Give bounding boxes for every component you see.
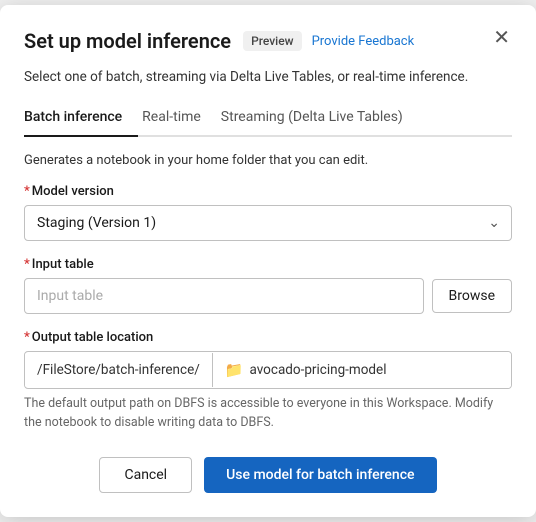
submit-button[interactable]: Use model for batch inference [204,457,436,493]
modal-footer: Cancel Use model for batch inference [24,457,512,493]
model-version-select[interactable]: Staging (Version 1) Production (Version … [24,205,512,241]
tab-batch-inference[interactable]: Batch inference [24,101,138,137]
input-table-field: *Input table Browse [24,257,512,314]
model-version-select-wrapper: Staging (Version 1) Production (Version … [24,205,512,241]
output-path: /FileStore/batch-inference/ [25,353,213,387]
input-table-row: Browse [24,278,512,314]
feedback-link[interactable]: Provide Feedback [312,34,415,49]
tab-bar: Batch inference Real-time Streaming (Del… [24,101,512,137]
modal-title: Set up model inference [24,29,231,53]
tab-real-time[interactable]: Real-time [138,101,217,137]
modal-header: Set up model inference Preview Provide F… [24,29,512,53]
section-description: Generates a notebook in your home folder… [24,153,512,168]
model-version-label: *Model version [24,184,512,199]
tab-streaming[interactable]: Streaming (Delta Live Tables) [217,101,419,137]
input-table-label: *Input table [24,257,512,272]
input-table-input[interactable] [24,278,424,314]
output-table-label: *Output table location [24,330,512,345]
close-button[interactable]: ✕ [487,25,516,49]
output-model: 📁 avocado-pricing-model [213,352,511,388]
folder-icon: 📁 [225,361,244,379]
model-version-field: *Model version Staging (Version 1) Produ… [24,184,512,241]
browse-button[interactable]: Browse [432,279,512,313]
cancel-button[interactable]: Cancel [99,457,192,493]
output-table-field: *Output table location /FileStore/batch-… [24,330,512,433]
output-table-row: /FileStore/batch-inference/ 📁 avocado-pr… [24,351,512,389]
preview-badge: Preview [243,31,302,51]
modal-subtitle: Select one of batch, streaming via Delta… [24,69,512,85]
output-model-name: avocado-pricing-model [250,362,387,378]
modal-container: Set up model inference Preview Provide F… [0,5,536,517]
required-star-2: * [24,257,30,272]
output-note: The default output path on DBFS is acces… [24,395,512,433]
required-star-1: * [24,184,30,199]
required-star-3: * [24,330,30,345]
